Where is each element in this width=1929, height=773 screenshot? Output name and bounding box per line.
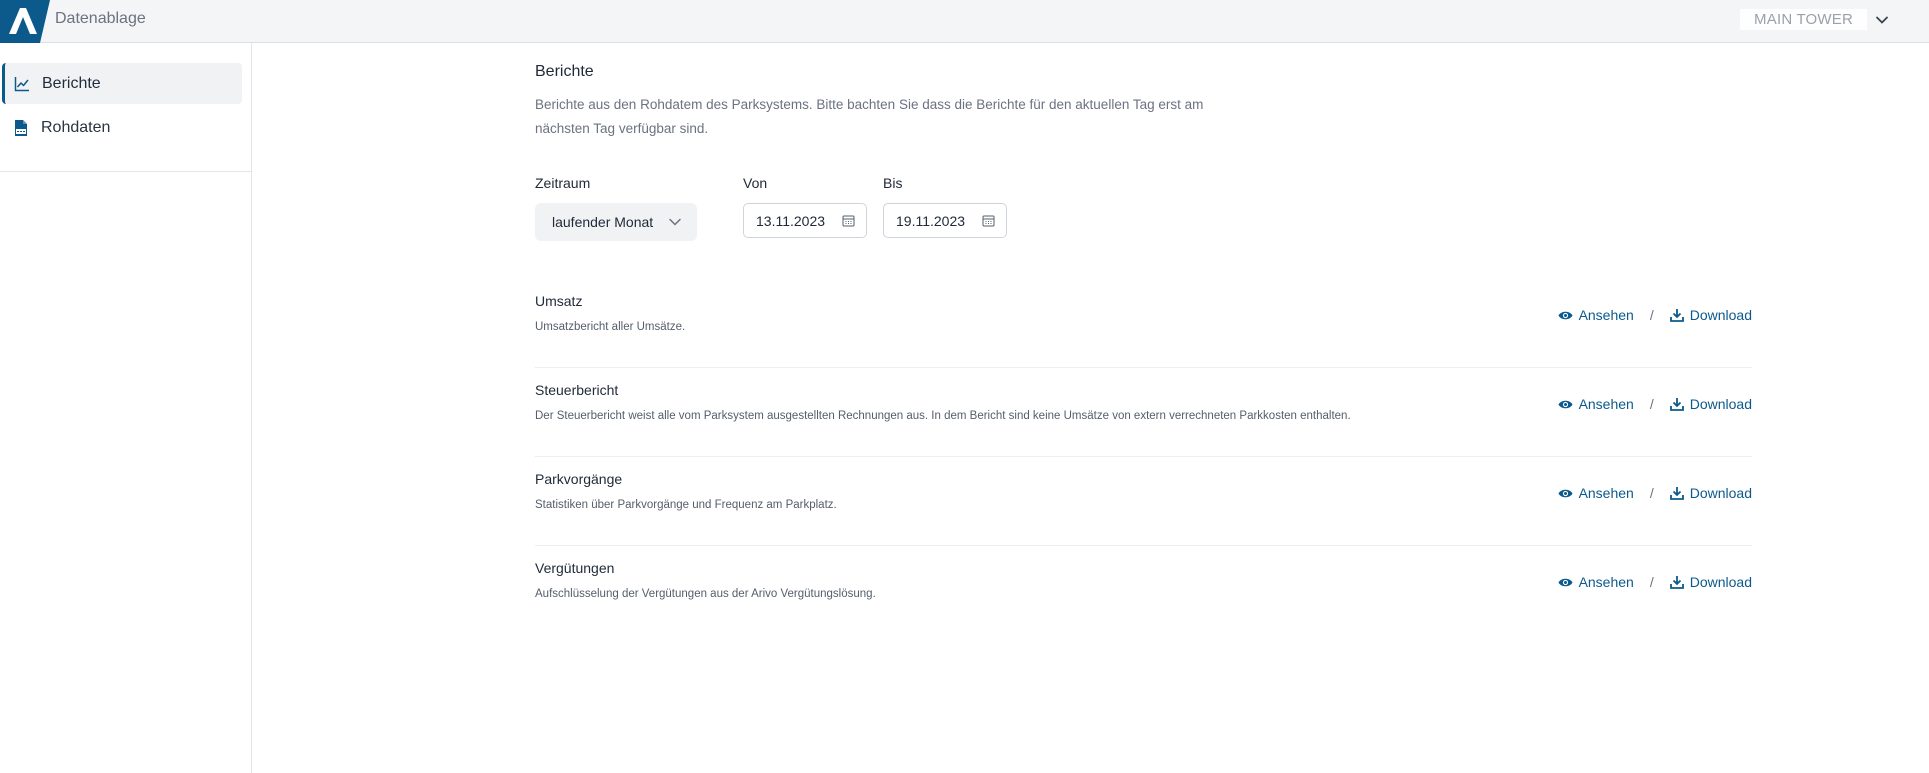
- eye-icon: [1558, 489, 1573, 497]
- chart-line-icon: [14, 76, 29, 91]
- top-bar: Datenablage MAIN TOWER: [0, 0, 1929, 43]
- von-date-value: 13.11.2023: [756, 212, 826, 229]
- report-description: Umsatzbericht aller Umsätze.: [535, 321, 686, 333]
- zeitraum-value: laufender Monat: [552, 214, 654, 230]
- view-label: Ansehen: [1578, 396, 1634, 412]
- org-name: MAIN TOWER: [1740, 9, 1867, 30]
- sidebar-divider: [0, 171, 251, 172]
- report-description: Der Steuerbericht weist alle vom Parksys…: [535, 410, 1351, 422]
- report-actions: Ansehen / Download: [1558, 307, 1752, 323]
- download-report-button[interactable]: Download: [1669, 574, 1752, 590]
- action-separator: /: [1649, 485, 1654, 501]
- download-report-button[interactable]: Download: [1669, 307, 1752, 323]
- download-report-button[interactable]: Download: [1669, 396, 1752, 412]
- bis-label: Bis: [883, 175, 903, 191]
- page-title: Berichte: [535, 63, 594, 80]
- report-description: Statistiken über Parkvorgänge und Freque…: [535, 499, 837, 511]
- sidebar-item-label: Berichte: [42, 74, 101, 92]
- sidebar-item-rohdaten[interactable]: Rohdaten: [2, 107, 242, 148]
- report-actions: Ansehen / Download: [1558, 485, 1752, 501]
- sidebar-item-label: Rohdaten: [41, 118, 111, 136]
- download-icon: [1669, 576, 1684, 589]
- report-title: Parkvorgänge: [535, 471, 623, 487]
- report-row-steuerbericht: Steuerbericht Der Steuerbericht weist al…: [535, 368, 1752, 457]
- download-icon: [1669, 398, 1684, 411]
- report-title: Vergütungen: [535, 560, 615, 576]
- view-report-button[interactable]: Ansehen: [1558, 574, 1634, 590]
- von-date-input[interactable]: 13.11.2023: [743, 203, 867, 238]
- eye-icon: [1558, 311, 1573, 319]
- report-row-parkvorgaenge: Parkvorgänge Statistiken über Parkvorgän…: [535, 457, 1752, 546]
- report-actions: Ansehen / Download: [1558, 574, 1752, 590]
- eye-icon: [1558, 578, 1573, 586]
- view-label: Ansehen: [1578, 574, 1634, 590]
- csv-file-icon: [15, 119, 27, 136]
- view-label: Ansehen: [1578, 307, 1634, 323]
- view-report-button[interactable]: Ansehen: [1558, 307, 1634, 323]
- download-label: Download: [1689, 307, 1752, 323]
- download-label: Download: [1689, 396, 1752, 412]
- report-row-umsatz: Umsatz Umsatzbericht aller Umsätze. Anse…: [535, 279, 1752, 368]
- sidebar-item-berichte[interactable]: Berichte: [2, 63, 242, 104]
- app-title: Datenablage: [55, 10, 146, 27]
- zeitraum-select[interactable]: laufender Monat: [535, 203, 697, 241]
- sidebar: Berichte Rohdaten: [0, 43, 252, 773]
- view-label: Ansehen: [1578, 485, 1634, 501]
- calendar-icon: [982, 215, 995, 227]
- view-report-button[interactable]: Ansehen: [1558, 485, 1634, 501]
- logo-mark-icon: [9, 8, 37, 34]
- bis-date-value: 19.11.2023: [896, 212, 966, 229]
- arivo-logo[interactable]: [0, 0, 50, 43]
- report-row-verguetungen: Vergütungen Aufschlüsselung der Vergütun…: [535, 546, 1752, 635]
- action-separator: /: [1649, 574, 1654, 590]
- download-icon: [1669, 309, 1684, 322]
- download-report-button[interactable]: Download: [1669, 485, 1752, 501]
- page-description: Berichte aus den Rohdatem des Parksystem…: [535, 97, 1204, 136]
- chevron-down-icon: [669, 218, 681, 226]
- download-icon: [1669, 487, 1684, 500]
- eye-icon: [1558, 400, 1573, 408]
- report-title: Steuerbericht: [535, 382, 619, 398]
- download-label: Download: [1689, 485, 1752, 501]
- chevron-down-icon: [1876, 16, 1888, 24]
- report-title: Umsatz: [535, 293, 583, 309]
- action-separator: /: [1649, 307, 1654, 323]
- report-description: Aufschlüsselung der Vergütungen aus der …: [535, 588, 876, 600]
- action-separator: /: [1649, 396, 1654, 412]
- view-report-button[interactable]: Ansehen: [1558, 396, 1634, 412]
- zeitraum-label: Zeitraum: [535, 175, 591, 191]
- download-label: Download: [1689, 574, 1752, 590]
- report-actions: Ansehen / Download: [1558, 396, 1752, 412]
- von-label: Von: [743, 175, 768, 191]
- bis-date-input[interactable]: 19.11.2023: [883, 203, 1007, 238]
- org-switcher[interactable]: MAIN TOWER: [1740, 9, 1889, 30]
- calendar-icon: [842, 215, 855, 227]
